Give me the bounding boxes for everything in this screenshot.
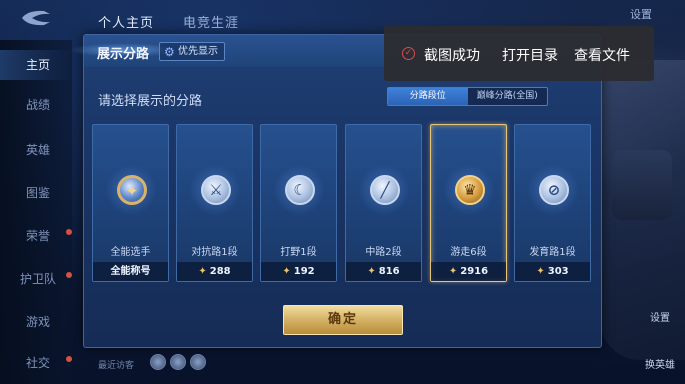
rank-star-icon: ✦ <box>367 266 376 277</box>
lane-card-label: 发育路1段 <box>529 247 576 258</box>
lane-card-roam[interactable]: ♛ 游走6段 ✦ 2916 <box>430 124 507 282</box>
rank-star-icon: ✦ <box>198 266 207 277</box>
rank-star-icon: ✦ <box>448 266 458 277</box>
lane-card-value-text: 2916 <box>460 266 489 277</box>
notification-dot <box>66 272 72 278</box>
lane-card-jungle[interactable]: ☾ 打野1段 ✦ 192 <box>260 124 337 282</box>
sidebar: 主页 战绩 英雄 图鉴 荣誉 护卫队 游戏 社交 <box>0 40 72 384</box>
lane-card-clash[interactable]: ⚔ 对抗路1段 ✦ 288 <box>176 124 253 282</box>
settings-button[interactable]: 设置 <box>620 6 662 24</box>
view-file-link[interactable]: 查看文件 <box>574 45 630 65</box>
sidebar-item-honor[interactable]: 荣誉 <box>0 221 72 251</box>
toast-message: 截图成功 <box>424 48 480 64</box>
lane-card-value: ✦ 303 <box>515 262 590 281</box>
rank-star-icon: ✦ <box>282 266 291 277</box>
confirm-button[interactable]: 确定 <box>283 305 403 335</box>
priority-display-label: 优先显示 <box>178 46 218 57</box>
hero-model-detail <box>612 150 672 220</box>
sidebar-item-guard[interactable]: 护卫队 <box>0 264 72 294</box>
notification-dot <box>66 229 72 235</box>
gear-icon: ⚙ <box>164 45 175 59</box>
sidebar-item-heroes[interactable]: 英雄 <box>0 135 72 165</box>
lane-card-label: 全能选手 <box>110 247 151 258</box>
tab-profile[interactable]: 个人主页 <box>98 12 154 31</box>
sidebar-item-home[interactable]: 主页 <box>0 50 72 80</box>
avatar[interactable] <box>170 354 186 370</box>
priority-display-button[interactable]: ⚙ 优先显示 <box>159 42 225 61</box>
lane-card-label: 游走6段 <box>450 247 487 258</box>
swap-hero-button[interactable]: 换英雄 <box>645 356 675 371</box>
lane-card-value: 全能称号 <box>93 262 168 281</box>
jungle-emblem-icon: ☾ <box>285 175 315 205</box>
segment-lane-rank[interactable]: 分路段位 <box>388 88 468 105</box>
sidebar-item-social[interactable]: 社交 <box>0 348 72 378</box>
dialog-title: 展示分路 <box>97 47 150 62</box>
sidebar-item-label: 护卫队 <box>20 272 57 286</box>
sidebar-item-label: 游戏 <box>26 315 51 329</box>
lane-card-value: ✦ 288 <box>177 262 252 281</box>
roam-emblem-icon: ♛ <box>455 175 485 205</box>
sidebar-item-label: 英雄 <box>26 143 51 157</box>
overall-emblem-icon: ✦ <box>117 175 147 205</box>
back-icon[interactable] <box>18 8 54 28</box>
lane-card-overall[interactable]: ✦ 全能选手 全能称号 <box>92 124 169 282</box>
check-icon: ✓ <box>402 47 415 60</box>
lane-card-mid[interactable]: ╱ 中路2段 ✦ 816 <box>345 124 422 282</box>
sidebar-item-codex[interactable]: 图鉴 <box>0 178 72 208</box>
mid-lane-emblem-icon: ╱ <box>370 175 400 205</box>
tab-esports[interactable]: 电竞生涯 <box>183 12 239 31</box>
avatar[interactable] <box>150 354 166 370</box>
lane-card-value: ✦ 2916 <box>431 262 506 281</box>
lane-card-label: 中路2段 <box>365 247 402 258</box>
open-directory-link[interactable]: 打开目录 <box>502 45 558 65</box>
sidebar-item-label: 图鉴 <box>26 186 51 200</box>
lane-card-label: 打野1段 <box>280 247 317 258</box>
sidebar-item-label: 主页 <box>26 58 51 72</box>
rank-star-icon: ✦ <box>536 266 545 277</box>
sidebar-item-records[interactable]: 战绩 <box>0 90 72 120</box>
lane-card-label: 对抗路1段 <box>191 247 238 258</box>
lane-card-value-text: 288 <box>209 266 231 277</box>
lane-card-value-text: 192 <box>293 266 315 277</box>
segment-peak-lane[interactable]: 巅峰分路(全国) <box>468 88 548 105</box>
segment-control: 分路段位 巅峰分路(全国) <box>387 87 548 106</box>
lane-card-value-text: 816 <box>378 266 400 277</box>
lane-card-value-text: 全能称号 <box>110 266 151 277</box>
avatar[interactable] <box>190 354 206 370</box>
recent-visitors-label[interactable]: 最近访客 <box>98 358 134 371</box>
lane-card-value: ✦ 192 <box>261 262 336 281</box>
sidebar-item-label: 荣誉 <box>26 229 51 243</box>
screenshot-toast: ✓ 截图成功 打开目录 查看文件 <box>384 26 654 81</box>
dialog-subtitle: 请选择展示的分路 <box>98 94 203 109</box>
notification-dot <box>66 356 72 362</box>
lane-card-value-text: 303 <box>547 266 569 277</box>
lane-card-farm[interactable]: ⊘ 发育路1段 ✦ 303 <box>514 124 591 282</box>
sidebar-item-label: 社交 <box>26 356 51 370</box>
sidebar-item-label: 战绩 <box>26 98 51 112</box>
sidebar-item-games[interactable]: 游戏 <box>0 307 72 337</box>
clash-lane-emblem-icon: ⚔ <box>201 175 231 205</box>
lane-display-dialog: 展示分路 ⚙ 优先显示 请选择展示的分路 分路段位 巅峰分路(全国) ✦ 全能选… <box>69 34 602 348</box>
farm-lane-emblem-icon: ⊘ <box>539 175 569 205</box>
side-settings-label[interactable]: 设置 <box>650 309 670 324</box>
lane-card-value: ✦ 816 <box>346 262 421 281</box>
